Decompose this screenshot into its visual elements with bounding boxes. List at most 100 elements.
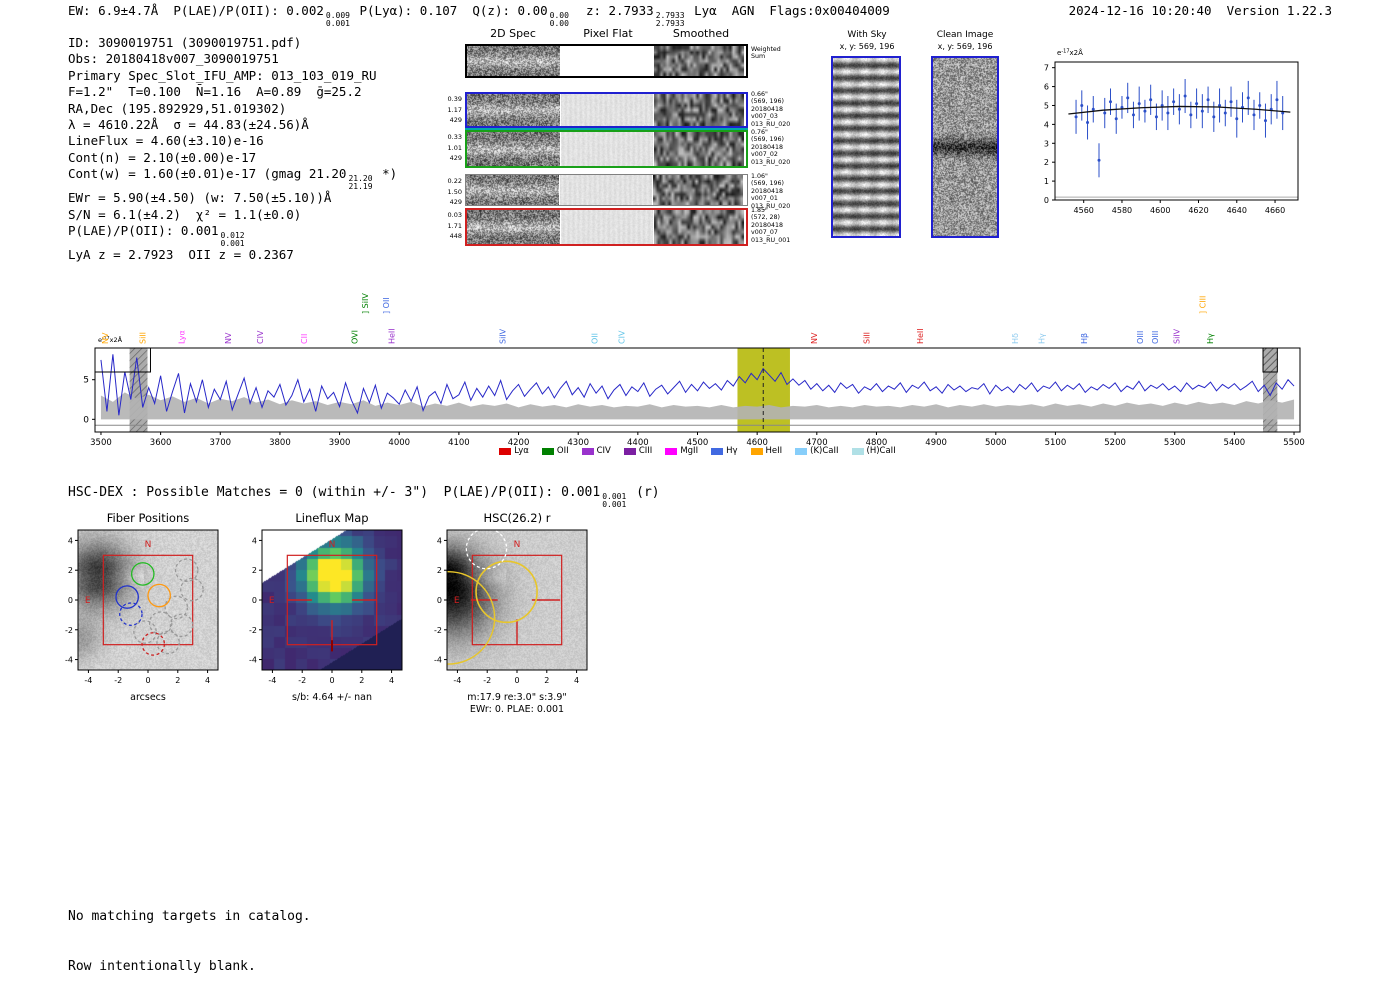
emission-line-label: NV <box>810 332 819 344</box>
svg-text:0: 0 <box>1044 196 1049 205</box>
legend-swatch <box>581 447 594 455</box>
svg-text:4: 4 <box>252 536 257 545</box>
row-0-annotation: 0.66" (569, 196) 20180418 v007_03 013_RU_020 <box>751 91 791 128</box>
withsky-panel <box>831 56 901 238</box>
svg-text:-2: -2 <box>483 676 491 685</box>
fiber-circle-dashed <box>119 602 143 626</box>
svg-text:N: N <box>329 540 336 550</box>
emission-line-label: ] CIII <box>1199 296 1208 314</box>
legend-item: OII <box>541 446 569 456</box>
svg-text:4: 4 <box>437 536 442 545</box>
row2-panel-1 <box>560 175 652 205</box>
row1-panel-0 <box>467 132 560 166</box>
stacked-uncertainty: 21.20 21.19 <box>348 174 373 191</box>
fiber-circle-dashed <box>148 611 173 635</box>
svg-text:2: 2 <box>1044 158 1049 167</box>
svg-text:2: 2 <box>359 676 364 685</box>
svg-text:-2: -2 <box>65 626 73 635</box>
row0-panel-0 <box>467 94 560 126</box>
elixer-report-page: { "header": { "left_segments": [ {"t":"E… <box>0 0 1400 974</box>
withsky-image <box>833 58 899 236</box>
stacked-uncertainty: 0.00 0.00 <box>549 11 569 28</box>
row-1-annotation: 0.76" (569, 196) 20180418 v007_02 013_RU_020 <box>751 129 791 166</box>
emission-line-label: OIII <box>1151 331 1160 344</box>
header-stats: EW: 6.9±4.7Å P(LAE)/P(OII): 0.002 0.009 0.… <box>68 3 890 28</box>
full-spectrum-plot: 3500 3600 3700 3800 3900 4000 4100 4200 4300 4400… <box>83 293 1305 448</box>
row-2-annotation: 1.06" (569, 196) 20180418 v007_01 013_RU_020 <box>751 173 791 210</box>
stacked-uncertainty: 0.009 0.001 <box>325 11 350 28</box>
row0-panel-1 <box>561 94 653 126</box>
info-line: RA,Dec (195.892929,51.019302) <box>68 100 287 116</box>
row-3-fiber-stats: 0.03 1.71 448 <box>447 211 462 240</box>
weighted-sum-label: Weighted Sum <box>751 46 781 61</box>
detection-info-block: ID: 3090019751 (3090019751.pdf) Obs: 2018… <box>68 35 397 264</box>
spec2d-row-1 <box>465 130 748 168</box>
svg-text:-4: -4 <box>84 676 92 685</box>
row-2-fiber-stats: 0.22 1.50 429 <box>447 177 462 206</box>
fiber-circle <box>115 585 139 609</box>
svg-text:-4: -4 <box>65 656 73 665</box>
spec2d-row-3 <box>465 208 748 246</box>
wsum-panel-2 <box>654 46 744 76</box>
emission-line-label: SiIV <box>1173 328 1182 344</box>
legend-item: CIII <box>623 446 652 456</box>
emission-line-label: OII <box>590 333 599 344</box>
svg-text:4: 4 <box>68 536 73 545</box>
svg-text:0: 0 <box>514 676 519 685</box>
stacked-uncertainty: 2.7933 2.7933 <box>655 11 685 28</box>
emission-line-label: ] OII <box>382 297 391 314</box>
svg-text:-4: -4 <box>453 676 461 685</box>
svg-text:4: 4 <box>205 676 210 685</box>
weighted-sum-box <box>465 44 748 78</box>
emission-line-label: OIII <box>1136 331 1145 344</box>
emission-line-label: HeII <box>916 328 925 344</box>
legend-swatch <box>665 447 678 455</box>
svg-text:0: 0 <box>252 596 257 605</box>
svg-text:-2: -2 <box>434 626 442 635</box>
svg-text:4660: 4660 <box>1265 206 1285 215</box>
info-line: Cont(w) = 1.60(±0.01)e-17 (gmag 21.20 21.… <box>68 166 398 191</box>
svg-text:e-17x2Å: e-17x2Å <box>1057 48 1083 57</box>
svg-text:E: E <box>269 596 275 606</box>
svg-text:4: 4 <box>574 676 579 685</box>
info-line: F=1.2" T=0.100 N̄=1.16 A=0.89 ḡ=25.2 <box>68 84 362 100</box>
svg-text:5: 5 <box>1044 101 1049 110</box>
svg-text:1: 1 <box>1044 177 1049 186</box>
wsum-panel-0 <box>467 46 560 76</box>
legend-swatch <box>851 447 864 455</box>
legend-item: MgII <box>665 446 698 456</box>
svg-text:-2: -2 <box>249 626 257 635</box>
emission-line-label: Hγ <box>1038 333 1047 344</box>
clean-title: Clean Image <box>936 30 994 40</box>
emission-line-label: CII <box>300 334 309 344</box>
svg-text:3: 3 <box>1044 139 1049 148</box>
fiber-circle <box>130 562 155 586</box>
svg-text:2: 2 <box>175 676 180 685</box>
svg-text:6: 6 <box>1044 83 1049 92</box>
withsky-title: With Sky <box>847 30 887 40</box>
clean-coords: x, y: 569, 196 <box>937 42 993 51</box>
row2-panel-0 <box>466 175 559 205</box>
fiber-positions-overlay: N E -4 -4 -2 -2 0 0 2 2 4 4 <box>65 529 219 685</box>
svg-text:7: 7 <box>1044 64 1049 73</box>
svg-text:-4: -4 <box>434 656 442 665</box>
svg-text:4: 4 <box>1044 120 1049 129</box>
footer-line-2: Row intentionally blank. <box>68 958 256 974</box>
svg-text:E: E <box>454 596 460 606</box>
emission-line-label: SiIV <box>498 328 507 344</box>
clean-image <box>933 58 997 236</box>
header-datetime: 2024-12-16 10:20:40 Version 1.22.3 <box>1068 3 1332 18</box>
legend-swatch <box>499 447 512 455</box>
row3-panel-2 <box>654 210 744 244</box>
info-line: ID: 3090019751 (3090019751.pdf) <box>68 35 302 50</box>
legend-item: CIV <box>581 446 611 456</box>
spec2d-row-2 <box>465 174 748 206</box>
row3-panel-0 <box>467 210 560 244</box>
svg-text:0: 0 <box>145 676 150 685</box>
emission-line-label: HeII <box>387 328 396 344</box>
emission-line-label: NV <box>224 332 233 344</box>
info-line: EWr = 5.90(±4.50) (w: 7.50(±5.10))Å <box>68 190 332 206</box>
clean-image-panel <box>931 56 999 238</box>
aperture-circle <box>475 560 538 624</box>
svg-text:2: 2 <box>252 566 257 575</box>
